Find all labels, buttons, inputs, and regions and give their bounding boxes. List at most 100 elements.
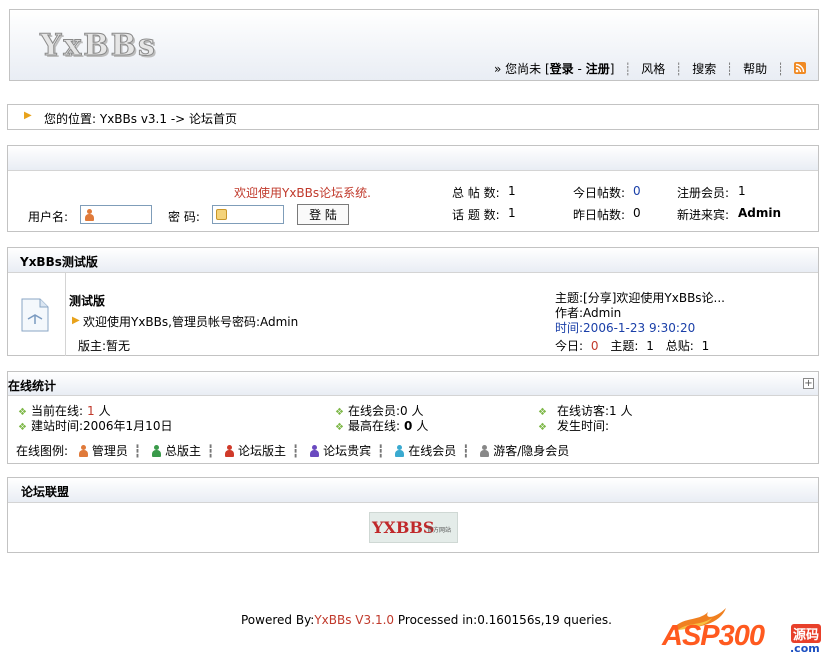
separator: ┊ bbox=[624, 62, 632, 76]
topics-label: 话 题 数: bbox=[452, 208, 500, 222]
member-icon bbox=[394, 445, 405, 457]
forum-icon-cell bbox=[8, 273, 66, 356]
watermark-domain: .com bbox=[790, 642, 820, 655]
today-label: 今日: bbox=[555, 339, 584, 353]
max-online-value: 0 bbox=[404, 419, 413, 433]
user-icon bbox=[84, 209, 95, 221]
total-value: 1 bbox=[701, 339, 710, 353]
lock-icon bbox=[216, 209, 227, 220]
category-title[interactable]: YxBBs测试版 bbox=[20, 253, 98, 270]
legend-member: 在线会员 bbox=[408, 444, 457, 458]
occurred-text: 发生时间: bbox=[556, 419, 610, 433]
separator: ┊ bbox=[726, 62, 734, 76]
board-counts: 今日: 0 主题: 1 总贴: 1 bbox=[555, 337, 709, 354]
separator: ┊ bbox=[675, 62, 683, 76]
expand-icon[interactable]: + bbox=[803, 378, 814, 389]
online-section: 在线统计 + ❖ 当前在线: 1 人 ❖ 建站时间:2006年1月10日 ❖ 在线会员:0… bbox=[7, 371, 819, 464]
separator: ┇ bbox=[133, 444, 142, 458]
legend-moderator: 论坛版主 bbox=[238, 444, 287, 458]
not-logged-text: » 您尚未 bbox=[493, 62, 542, 76]
board-moderator: 版主:暂无 bbox=[78, 339, 131, 353]
separator: ┇ bbox=[462, 444, 470, 458]
admin-icon bbox=[78, 445, 89, 457]
forum-section: YxBBs测试版 测试版 ▶ 欢迎使用YxBBs,管理员帐号密码:Admin 版… bbox=[7, 247, 819, 356]
legend-label: 在线图例: bbox=[16, 444, 69, 458]
login-panel-header bbox=[8, 146, 818, 171]
legend-guest: 游客/隐身会员 bbox=[493, 444, 570, 458]
processed-text: Processed in:0.160156s,19 queries. bbox=[394, 613, 612, 627]
board-name-link[interactable]: 测试版 bbox=[69, 292, 105, 309]
help-link[interactable]: 帮助 bbox=[743, 62, 767, 76]
alliance-title: 论坛联盟 bbox=[21, 485, 70, 499]
legend-super-moderator: 总版主 bbox=[164, 444, 201, 458]
register-link[interactable]: 注册 bbox=[586, 62, 610, 76]
password-label: 密 码: bbox=[168, 210, 200, 224]
breadcrumb-text[interactable]: 您的位置: YxBBs v3.1 -> 论坛首页 bbox=[44, 110, 237, 127]
newest-member-link[interactable]: Admin bbox=[738, 206, 781, 220]
board-folder-icon bbox=[21, 298, 49, 332]
watermark: ASP300 源码 .com bbox=[662, 606, 828, 656]
dash: - bbox=[577, 62, 582, 76]
alliance-badge[interactable]: YXBBS 官方网站 bbox=[369, 512, 458, 543]
breadcrumb: ▶ 您的位置: YxBBs v3.1 -> 论坛首页 bbox=[7, 104, 819, 130]
members-label: 注册会员: bbox=[677, 186, 730, 200]
login-link[interactable]: 登录 bbox=[550, 62, 574, 76]
last-time: 时间:2006-1-23 9:30:20 bbox=[555, 321, 696, 335]
total-label: 总贴: bbox=[665, 339, 694, 353]
legend-vip: 论坛贵宾 bbox=[323, 444, 372, 458]
online-legend: 在线图例: 管理员 ┇ 总版主 ┇ 论坛版主 ┇ 论坛贵宾 ┇ 在线会员 ┇ 游客/隐身会… bbox=[16, 442, 569, 459]
separator: ┇ bbox=[206, 444, 215, 458]
online-section-header: 在线统计 + bbox=[8, 372, 818, 396]
newest-label: 新进来宾: bbox=[677, 208, 730, 222]
separator: ┇ bbox=[292, 444, 300, 458]
forum-section-header: YxBBs测试版 bbox=[8, 248, 818, 273]
welcome-text: 欢迎使用YxBBs论坛系统. bbox=[234, 186, 371, 200]
alliance-section: 论坛联盟 YXBBS 官方网站 bbox=[7, 477, 819, 553]
current-online-value: 1 bbox=[87, 404, 95, 418]
separator: ┊ bbox=[776, 62, 785, 76]
online-visitors-text: 在线访客:1 人 bbox=[556, 404, 633, 418]
founded-text: 建站时间:2006年1月10日 bbox=[30, 419, 173, 433]
current-online-label: 当前在线: bbox=[30, 404, 84, 418]
rss-icon[interactable] bbox=[794, 62, 806, 74]
bracket-close: ] bbox=[609, 62, 615, 76]
legend-admin: 管理员 bbox=[91, 444, 128, 458]
today-posts-label: 今日帖数: bbox=[573, 186, 626, 200]
footer: Powered By:YxBBs V3.1.0 Processed in:0.1… bbox=[241, 613, 612, 627]
total-posts-value: 1 bbox=[508, 184, 516, 198]
search-link[interactable]: 搜索 bbox=[692, 62, 716, 76]
watermark-badge: 源码 bbox=[791, 624, 822, 643]
login-panel: 欢迎使用YxBBs论坛系统. 用户名: 密 码: 登 陆 总 帖 数: 1 话 … bbox=[7, 145, 819, 232]
max-online-unit: 人 bbox=[416, 419, 429, 433]
board-description: 欢迎使用YxBBs,管理员帐号密码:Admin bbox=[83, 315, 299, 329]
today-value: 0 bbox=[590, 339, 599, 353]
occurred-time: ❖ 发生时间: bbox=[538, 417, 609, 434]
alliance-section-header: 论坛联盟 bbox=[8, 478, 818, 503]
watermark-text: ASP300 bbox=[662, 620, 765, 652]
site-logo[interactable]: YxBBs bbox=[40, 28, 157, 64]
founded-time: ❖ 建站时间:2006年1月10日 bbox=[18, 417, 172, 434]
yesterday-posts-value: 0 bbox=[633, 206, 641, 220]
yesterday-posts-label: 昨日帖数: bbox=[573, 208, 626, 222]
alliance-badge-text: YXBBS bbox=[372, 518, 435, 537]
max-online-label: 最高在线: bbox=[347, 419, 401, 433]
bullet-icon: ❖ bbox=[538, 422, 547, 433]
version-link[interactable]: YxBBs V3.1.0 bbox=[314, 613, 394, 627]
super-moderator-icon bbox=[151, 445, 162, 457]
topics-value: 1 bbox=[646, 339, 654, 353]
online-members-text: 在线会员:0 人 bbox=[347, 404, 424, 418]
separator: ┇ bbox=[377, 444, 385, 458]
arrow-right-icon: ▶ bbox=[72, 315, 80, 326]
moderator-icon bbox=[224, 445, 235, 457]
total-posts-label: 总 帖 数: bbox=[452, 186, 500, 200]
max-online: ❖ 最高在线: 0 人 bbox=[335, 417, 428, 434]
login-button[interactable]: 登 陆 bbox=[297, 204, 349, 225]
today-posts-value: 0 bbox=[633, 184, 641, 198]
powered-by: Powered By: bbox=[241, 613, 315, 627]
style-link[interactable]: 风格 bbox=[641, 62, 665, 76]
current-online-unit: 人 bbox=[98, 404, 111, 418]
alliance-badge-sub: 官方网站 bbox=[427, 527, 452, 534]
bullet-icon: ❖ bbox=[335, 422, 344, 433]
bullet-icon: ❖ bbox=[18, 422, 27, 433]
topics-label: 主题: bbox=[610, 339, 639, 353]
